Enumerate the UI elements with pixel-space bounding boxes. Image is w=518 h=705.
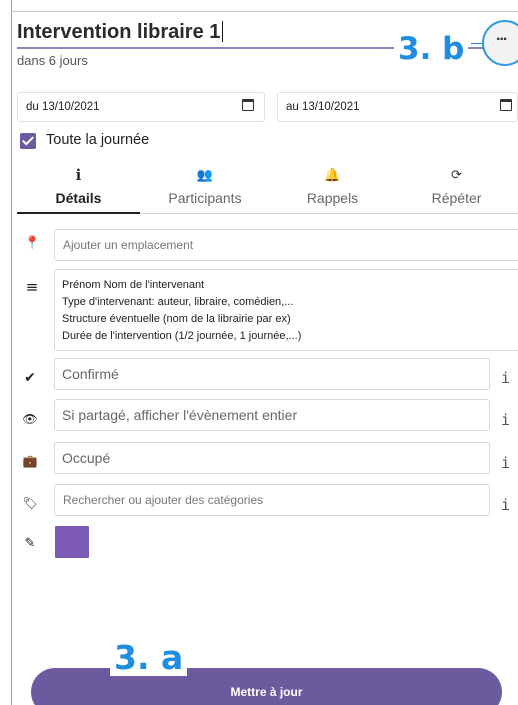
description-textarea[interactable]: Prénom Nom de l'intervenant Type d'inter…	[54, 269, 518, 351]
calendar-icon[interactable]	[500, 99, 512, 111]
text-caret	[222, 21, 224, 42]
event-title-text: Intervention libraire 1	[17, 21, 221, 43]
tab-label: Rappels	[306, 190, 359, 206]
annotation-3b: 3. b	[394, 34, 469, 65]
description-lines-icon: ≡	[25, 278, 39, 296]
categories-placeholder: Rechercher ou ajouter des catégories	[63, 493, 264, 507]
tab-reminders[interactable]: 🔔 Rappels	[270, 166, 395, 214]
update-button-label: Mettre à jour	[230, 685, 303, 699]
all-day-label: Toute la journée	[46, 132, 150, 148]
status-select[interactable]: Confirmé	[54, 358, 490, 390]
info-icon[interactable]: i	[501, 496, 510, 514]
bell-icon: 🔔	[324, 168, 341, 183]
more-options-button[interactable]: ...	[482, 20, 518, 66]
briefcase-icon: 💼	[22, 454, 38, 468]
all-day-checkbox[interactable]	[20, 133, 36, 149]
tab-label: Participants	[168, 190, 242, 206]
eyedropper-icon: ✎	[24, 536, 36, 551]
description-line: Structure éventuelle (nom de la librairi…	[62, 313, 291, 325]
info-icon: i	[75, 166, 82, 184]
categories-input[interactable]: Rechercher ou ajouter des catégories	[54, 484, 490, 516]
info-icon[interactable]: i	[501, 454, 510, 472]
tab-participants[interactable]: 👥 Participants	[140, 166, 270, 214]
end-date-field[interactable]: au 13/10/2021	[277, 92, 518, 122]
people-icon: 👥	[196, 168, 214, 183]
location-placeholder: Ajouter un emplacement	[63, 238, 194, 252]
window-top-border	[11, 11, 518, 12]
description-line: Durée de l'intervention (1/2 journée, 1 …	[62, 330, 302, 342]
info-icon[interactable]: i	[501, 369, 510, 387]
visibility-value: Si partagé, afficher l'évènement entier	[62, 407, 298, 423]
tab-label: Répéter	[431, 190, 482, 206]
info-icon[interactable]: i	[501, 411, 510, 429]
window-left-border	[11, 0, 12, 705]
tag-icon: 🏷	[22, 496, 38, 510]
visibility-select[interactable]: Si partagé, afficher l'évènement entier	[54, 399, 490, 431]
start-date-value: du 13/10/2021	[26, 101, 100, 113]
status-value: Confirmé	[62, 366, 119, 382]
location-pin-icon: 📍	[24, 236, 41, 251]
active-tab-indicator	[17, 212, 140, 214]
update-button[interactable]: Mettre à jour	[31, 668, 502, 705]
location-input[interactable]: Ajouter un emplacement	[54, 229, 518, 261]
description-line: Type d'intervenant: auteur, libraire, co…	[62, 296, 294, 308]
tab-label: Détails	[55, 190, 102, 206]
description-line: Prénom Nom de l'intervenant	[62, 279, 205, 291]
calendar-icon[interactable]	[242, 99, 254, 111]
start-date-field[interactable]: du 13/10/2021	[17, 92, 265, 122]
availability-select[interactable]: Occupé	[54, 442, 490, 474]
repeat-icon: ⟳	[451, 168, 462, 183]
availability-value: Occupé	[62, 450, 111, 466]
ellipsis-icon: ...	[496, 27, 507, 44]
tab-repeat[interactable]: ⟳ Répéter	[395, 166, 518, 214]
annotation-3a: 3. a	[110, 641, 188, 676]
tab-details[interactable]: i Détails	[17, 166, 140, 214]
eye-icon: 👁	[22, 412, 38, 426]
tabs-divider	[140, 213, 518, 214]
end-date-value: au 13/10/2021	[286, 101, 360, 113]
color-swatch[interactable]	[55, 526, 89, 558]
event-relative-date: dans 6 jours	[17, 53, 88, 68]
checkmark-icon: ✔	[24, 370, 36, 386]
event-tabs: i Détails 👥 Participants 🔔 Rappels ⟳ Rép…	[17, 166, 518, 214]
